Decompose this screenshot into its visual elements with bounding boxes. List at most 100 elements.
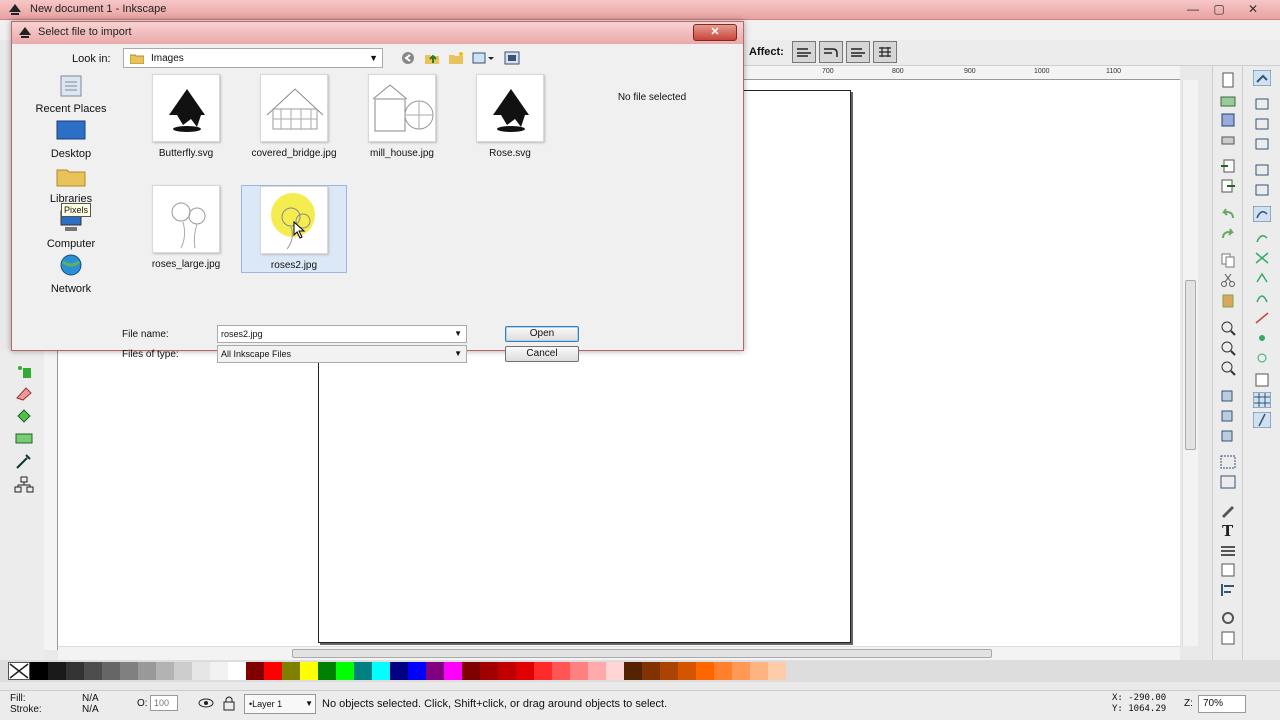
new-document-icon[interactable]	[1219, 72, 1237, 88]
affect-patterns-button[interactable]	[873, 41, 897, 63]
duplicate-icon[interactable]	[1219, 388, 1237, 404]
zoom-drawing-icon[interactable]	[1219, 340, 1237, 356]
snap-grid-icon[interactable]	[1253, 392, 1271, 408]
document-properties-icon[interactable]	[1219, 630, 1237, 646]
color-swatch[interactable]	[588, 662, 606, 680]
snap-nodes-icon[interactable]	[1253, 206, 1271, 222]
file-item[interactable]: mill_house.jpg	[349, 74, 455, 162]
bucket-tool-button[interactable]	[14, 406, 36, 426]
undo-icon[interactable]	[1219, 206, 1237, 222]
connector-tool-button[interactable]	[14, 476, 36, 496]
file-type-dropdown[interactable]: All Inkscape Files ▼	[217, 345, 467, 363]
snap-bbox-edge-icon[interactable]	[1253, 116, 1271, 132]
layer-selector[interactable]: •Layer 1 ▼	[244, 694, 316, 714]
color-swatch[interactable]	[30, 662, 48, 680]
zoom-selection-icon[interactable]	[1219, 320, 1237, 336]
snap-bbox-center-icon[interactable]	[1253, 182, 1271, 198]
export-icon[interactable]	[1219, 178, 1237, 194]
align-distribute-icon[interactable]	[1219, 582, 1237, 598]
dropper-tool-button[interactable]	[14, 452, 36, 472]
place-libraries[interactable]: Libraries	[21, 164, 121, 205]
affect-gradients-button[interactable]	[846, 41, 870, 63]
clone-icon[interactable]	[1219, 408, 1237, 424]
window-close-button[interactable]: ✕	[1232, 0, 1274, 18]
color-swatch[interactable]	[246, 662, 264, 680]
color-swatch[interactable]	[516, 662, 534, 680]
color-swatch[interactable]	[156, 662, 174, 680]
fill-stroke-icon[interactable]	[1219, 502, 1237, 518]
group-icon[interactable]	[1219, 454, 1237, 470]
color-swatch[interactable]	[408, 662, 426, 680]
color-swatch[interactable]	[462, 662, 480, 680]
color-swatch[interactable]	[102, 662, 120, 680]
file-item[interactable]: Rose.svg	[457, 74, 563, 162]
color-swatch[interactable]	[84, 662, 102, 680]
file-item[interactable]: Butterfly.svg	[133, 74, 239, 162]
back-button[interactable]	[399, 49, 417, 67]
snap-page-border-icon[interactable]	[1253, 372, 1271, 388]
layer-visibility-icon[interactable]	[198, 696, 214, 710]
color-swatch[interactable]	[768, 662, 786, 680]
horizontal-scrollbar[interactable]	[58, 646, 1180, 660]
file-item[interactable]: covered_bridge.jpg	[241, 74, 347, 162]
color-swatch[interactable]	[390, 662, 408, 680]
snap-object-midpoints-icon[interactable]	[1253, 330, 1271, 346]
snap-bbox-midpoint-icon[interactable]	[1253, 162, 1271, 178]
no-paint-swatch[interactable]	[8, 662, 30, 680]
unlink-clone-icon[interactable]	[1219, 428, 1237, 444]
color-swatch[interactable]	[696, 662, 714, 680]
cut-icon[interactable]	[1219, 272, 1237, 288]
color-swatch[interactable]	[48, 662, 66, 680]
layers-icon[interactable]	[1219, 542, 1237, 558]
color-swatch[interactable]	[444, 662, 462, 680]
new-folder-button[interactable]	[447, 49, 465, 67]
color-swatch[interactable]	[732, 662, 750, 680]
color-swatch[interactable]	[678, 662, 696, 680]
color-swatch[interactable]	[714, 662, 732, 680]
cancel-button[interactable]: Cancel	[505, 346, 579, 362]
open-button[interactable]: Open	[505, 326, 579, 342]
copy-icon[interactable]	[1219, 252, 1237, 268]
snap-guides-icon[interactable]	[1253, 412, 1271, 428]
import-icon[interactable]	[1219, 158, 1237, 174]
ungroup-icon[interactable]	[1219, 474, 1237, 490]
color-swatch[interactable]	[120, 662, 138, 680]
paste-icon[interactable]	[1219, 292, 1237, 308]
xml-editor-icon[interactable]	[1219, 562, 1237, 578]
gradient-tool-button[interactable]	[14, 428, 36, 448]
color-swatch[interactable]	[642, 662, 660, 680]
color-swatch[interactable]	[750, 662, 768, 680]
dialog-close-button[interactable]: ✕	[693, 24, 737, 41]
color-swatch[interactable]	[552, 662, 570, 680]
snap-line-midpoints-icon[interactable]	[1253, 310, 1271, 326]
color-swatch[interactable]	[372, 662, 390, 680]
look-in-dropdown[interactable]: Images ▼	[123, 48, 383, 68]
color-swatch[interactable]	[606, 662, 624, 680]
color-swatch[interactable]	[570, 662, 588, 680]
opacity-input[interactable]: 100	[150, 695, 178, 711]
snap-cusp-nodes-icon[interactable]	[1253, 270, 1271, 286]
zoom-page-icon[interactable]	[1219, 360, 1237, 376]
color-swatch[interactable]	[174, 662, 192, 680]
print-icon[interactable]	[1219, 132, 1237, 148]
preview-toggle-button[interactable]	[503, 49, 521, 67]
stroke-value[interactable]: N/A	[82, 704, 99, 715]
snap-bbox-corner-icon[interactable]	[1253, 136, 1271, 152]
minimize-button[interactable]: —	[1180, 0, 1206, 18]
color-swatch[interactable]	[210, 662, 228, 680]
layer-lock-icon[interactable]	[222, 695, 236, 711]
color-swatch[interactable]	[534, 662, 552, 680]
color-swatch[interactable]	[426, 662, 444, 680]
horizontal-scroll-thumb[interactable]	[292, 649, 992, 658]
color-swatch[interactable]	[318, 662, 336, 680]
up-folder-button[interactable]	[423, 49, 441, 67]
color-swatch[interactable]	[228, 662, 246, 680]
snap-paths-icon[interactable]	[1253, 230, 1271, 246]
color-swatch[interactable]	[138, 662, 156, 680]
snap-rotation-center-icon[interactable]	[1253, 350, 1271, 366]
eraser-tool-button[interactable]	[14, 384, 36, 404]
file-name-input[interactable]: roses2.jpg ▼	[217, 325, 467, 343]
save-document-icon[interactable]	[1219, 112, 1237, 128]
affect-corners-button[interactable]	[819, 41, 843, 63]
spray-tool-button[interactable]	[14, 362, 36, 382]
